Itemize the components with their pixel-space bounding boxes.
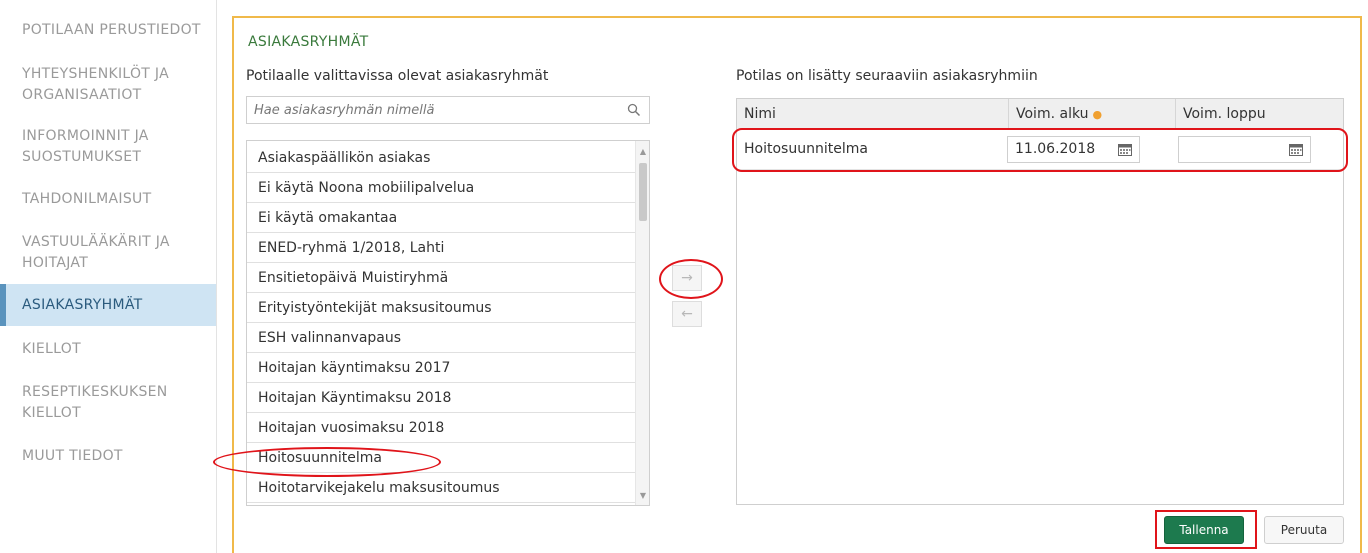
calendar-icon[interactable] [1118, 143, 1132, 156]
sidebar-item-label: TAHDONILMAISUT [22, 191, 152, 207]
search-icon[interactable] [627, 103, 641, 117]
sidebar-item-tahdonilmaisut[interactable]: TAHDONILMAISUT [0, 189, 216, 210]
scroll-up-icon[interactable]: ▲ [638, 147, 648, 156]
sidebar-item-label: INFORMOINNIT JA [22, 128, 149, 144]
list-item[interactable]: ENED-ryhmä 1/2018, Lahti [247, 233, 637, 263]
cancel-button[interactable]: Peruuta [1264, 516, 1344, 544]
search-input[interactable] [247, 97, 617, 123]
add-group-button[interactable]: → [672, 265, 702, 291]
table-row[interactable]: Hoitosuunnitelma 11.06.2018 [737, 130, 1343, 170]
sidebar-item-label: ORGANISAATIOT [22, 87, 142, 103]
sidebar-item-label: KIELLOT [22, 341, 81, 357]
sidebar-item-label: VASTUULÄÄKÄRIT JA [22, 234, 170, 250]
sidebar-item-label: SUOSTUMUKSET [22, 149, 142, 165]
end-date-field[interactable] [1178, 136, 1311, 163]
sidebar-item-kiellot[interactable]: KIELLOT [0, 339, 216, 360]
scroll-down-icon[interactable]: ▼ [638, 491, 648, 500]
list-item[interactable]: Ei käytä omakantaa [247, 203, 637, 233]
sidebar-item-label: RESEPTIKESKUKSEN [22, 384, 168, 400]
sidebar-item-label: YHTEYSHENKILÖT JA [22, 66, 169, 82]
list-item[interactable]: Ensitietopäivä Muistiryhmä [247, 263, 637, 293]
scroll-thumb[interactable] [639, 163, 647, 221]
sidebar-item-reseptikeskuksen-kiellot[interactable]: RESEPTIKESKUKSEN KIELLOT [0, 382, 216, 424]
column-header-end[interactable]: Voim. loppu [1176, 99, 1343, 130]
list-scrollbar[interactable]: ▲ ▼ [635, 141, 649, 505]
selected-groups-label: Potilas on lisätty seuraaviin asiakasryh… [736, 68, 1038, 84]
panel-title: ASIAKASRYHMÄT [248, 34, 369, 50]
start-date-field[interactable]: 11.06.2018 [1007, 136, 1140, 163]
sidebar-nav: POTILAAN PERUSTIEDOT YHTEYSHENKILÖT JA O… [0, 0, 217, 553]
list-item[interactable]: ESH valinnanvapaus [247, 323, 637, 353]
table-header: Nimi Voim. alku ● Voim. loppu [737, 99, 1343, 130]
sidebar-item-label: MUUT TIEDOT [22, 448, 123, 464]
list-item[interactable]: Asiakaspäällikön asiakas [247, 143, 637, 173]
selected-groups-table: Nimi Voim. alku ● Voim. loppu Hoitosuunni… [736, 98, 1344, 505]
search-box [246, 96, 650, 124]
list-item[interactable]: Erityistyöntekijät maksusitoumus [247, 293, 637, 323]
sidebar-item-potilaan-perustiedot[interactable]: POTILAAN PERUSTIEDOT [0, 20, 216, 41]
column-header-start[interactable]: Voim. alku ● [1009, 99, 1176, 130]
sidebar-item-informoinnit[interactable]: INFORMOINNIT JA SUOSTUMUKSET [0, 126, 216, 168]
sidebar-item-muut-tiedot[interactable]: MUUT TIEDOT [0, 446, 216, 467]
list-item[interactable]: Hoitajan Käyntimaksu 2018 [247, 383, 637, 413]
list-item[interactable]: Ei käytä Noona mobiilipalvelua [247, 173, 637, 203]
list-item[interactable]: Hoitosuunnitelma [247, 443, 637, 473]
sidebar-item-label: HOITAJAT [22, 255, 89, 271]
remove-group-button[interactable]: ← [672, 301, 702, 327]
save-button[interactable]: Tallenna [1164, 516, 1244, 544]
sidebar-item-label: POTILAAN PERUSTIEDOT [22, 22, 201, 38]
list-item[interactable]: Hoitotarvikejakelu maksusitoumus [247, 473, 637, 503]
required-icon: ● [1092, 108, 1103, 121]
available-groups-list: Asiakaspäällikön asiakas Ei käytä Noona … [246, 140, 650, 506]
list-item[interactable]: Hoitajan vuosimaksu 2018 [247, 413, 637, 443]
sidebar-item-asiakasryhmat[interactable]: ASIAKASRYHMÄT [0, 284, 216, 326]
calendar-icon[interactable] [1289, 143, 1303, 156]
sidebar-item-vastuulaakarit[interactable]: VASTUULÄÄKÄRIT JA HOITAJAT [0, 232, 216, 274]
customer-groups-panel: ASIAKASRYHMÄT Potilaalle valittavissa ol… [232, 16, 1362, 553]
sidebar-item-label: ASIAKASRYHMÄT [22, 296, 143, 313]
row-group-name: Hoitosuunnitelma [744, 141, 868, 157]
column-header-name[interactable]: Nimi [737, 99, 1009, 130]
list-item[interactable]: Hoitajan käyntimaksu 2017 [247, 353, 637, 383]
sidebar-item-label: KIELLOT [22, 405, 81, 421]
sidebar-item-yhteyshenkilot[interactable]: YHTEYSHENKILÖT JA ORGANISAATIOT [0, 64, 216, 106]
available-groups-label: Potilaalle valittavissa olevat asiakasry… [246, 68, 549, 84]
